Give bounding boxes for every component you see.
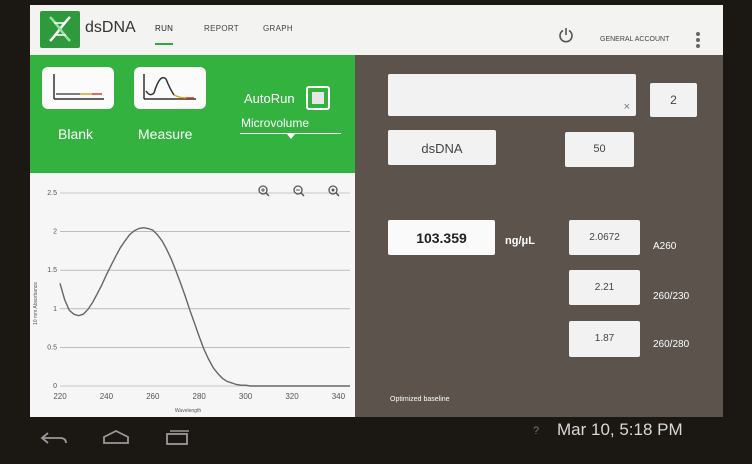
sample-count-value: 2 <box>670 93 677 107</box>
app-screen: dsDNA RUN REPORT GRAPH GENERAL ACCOUNT B… <box>30 5 723 417</box>
blank-spectrum-icon <box>53 74 104 100</box>
x-tick-label: 300 <box>239 392 253 401</box>
ratio-260-230-value: 2.21 <box>594 282 615 293</box>
ratio-260-280-value: 1.87 <box>594 333 615 344</box>
ratio-260-230-display: 2.21 <box>569 270 640 305</box>
concentration-unit: ng/μL <box>505 235 535 247</box>
x-tick-label: 240 <box>100 392 114 401</box>
home-icon[interactable] <box>101 429 131 445</box>
status-datetime: Mar 10, 5:18 PM <box>557 420 683 439</box>
concentration-value: 103.359 <box>416 230 467 246</box>
spectrum-chart[interactable]: 0 0.5 1 1.5 2 2.5 220 240 260 280 300 320 340 10 mm… <box>30 173 355 417</box>
sample-type-value: dsDNA <box>421 141 463 156</box>
tab-graph[interactable]: GRAPH <box>263 24 293 33</box>
y-axis-label: 10 mm Absorbance <box>33 282 39 325</box>
recents-icon[interactable] <box>164 429 192 445</box>
y-tick-label: 1 <box>53 306 57 313</box>
app-title: dsDNA <box>85 19 136 36</box>
zoom-in-icon[interactable] <box>258 185 270 197</box>
y-tick-label: 0.5 <box>47 344 57 351</box>
ratio-260-280-label: 260/280 <box>653 339 690 350</box>
clear-icon[interactable]: × <box>624 101 630 113</box>
spectrum-chart-svg: 0 0.5 1 1.5 2 2.5 220 240 260 280 300 320 340 10 mm… <box>33 185 350 414</box>
sample-name-input[interactable]: × <box>388 74 636 116</box>
tab-run[interactable]: RUN <box>155 24 174 45</box>
zoom-out-icon[interactable] <box>293 185 305 197</box>
tab-report[interactable]: REPORT <box>204 24 239 33</box>
factor-field[interactable]: 50 <box>565 132 634 167</box>
measure-button[interactable] <box>134 67 206 109</box>
blank-button[interactable] <box>42 67 114 109</box>
a260-value: 2.0672 <box>589 232 620 243</box>
autorun-checkbox[interactable] <box>306 86 330 110</box>
baseline-label: Optimized baseline <box>390 396 450 403</box>
y-tick-label: 2 <box>53 229 57 236</box>
volume-mode-select[interactable]: Microvolume <box>241 116 309 130</box>
dropdown-caret-icon <box>287 134 295 139</box>
account-button[interactable]: GENERAL ACCOUNT <box>600 36 669 43</box>
power-icon[interactable] <box>558 27 574 43</box>
y-tick-label: 2.5 <box>47 190 57 197</box>
absorbance-curve <box>59 226 350 387</box>
more-vert-icon[interactable] <box>695 31 701 51</box>
autorun-label: AutoRun <box>244 91 295 106</box>
sample-type-select[interactable]: dsDNA <box>388 130 496 165</box>
x-tick-label: 320 <box>285 392 299 401</box>
x-tick-label: 340 <box>332 392 346 401</box>
control-panel: Blank Measure AutoRun Microvolume <box>30 55 355 173</box>
top-bar: dsDNA RUN REPORT GRAPH GENERAL ACCOUNT <box>30 5 723 55</box>
a260-display: 2.0672 <box>569 220 640 255</box>
a260-label: A260 <box>653 241 677 252</box>
help-icon: ? <box>533 425 540 437</box>
ratio-260-280-display: 1.87 <box>569 321 640 357</box>
blank-label: Blank <box>58 126 94 142</box>
sample-count-field[interactable]: 2 <box>650 83 697 117</box>
ratio-260-230-label: 260/230 <box>653 291 690 302</box>
x-axis-label: Wavelength <box>175 408 201 414</box>
y-tick-label: 0 <box>53 383 57 390</box>
x-tick-label: 280 <box>193 392 207 401</box>
factor-value: 50 <box>593 143 606 155</box>
zoom-reset-icon[interactable] <box>328 185 340 197</box>
dna-logo-icon <box>40 11 80 48</box>
measure-label: Measure <box>138 126 193 142</box>
y-tick-label: 1.5 <box>47 267 57 274</box>
back-icon[interactable] <box>40 430 70 446</box>
concentration-display: 103.359 <box>388 220 495 255</box>
x-tick-label: 220 <box>53 392 67 401</box>
measure-spectrum-icon <box>143 74 196 100</box>
x-tick-label: 260 <box>146 392 160 401</box>
